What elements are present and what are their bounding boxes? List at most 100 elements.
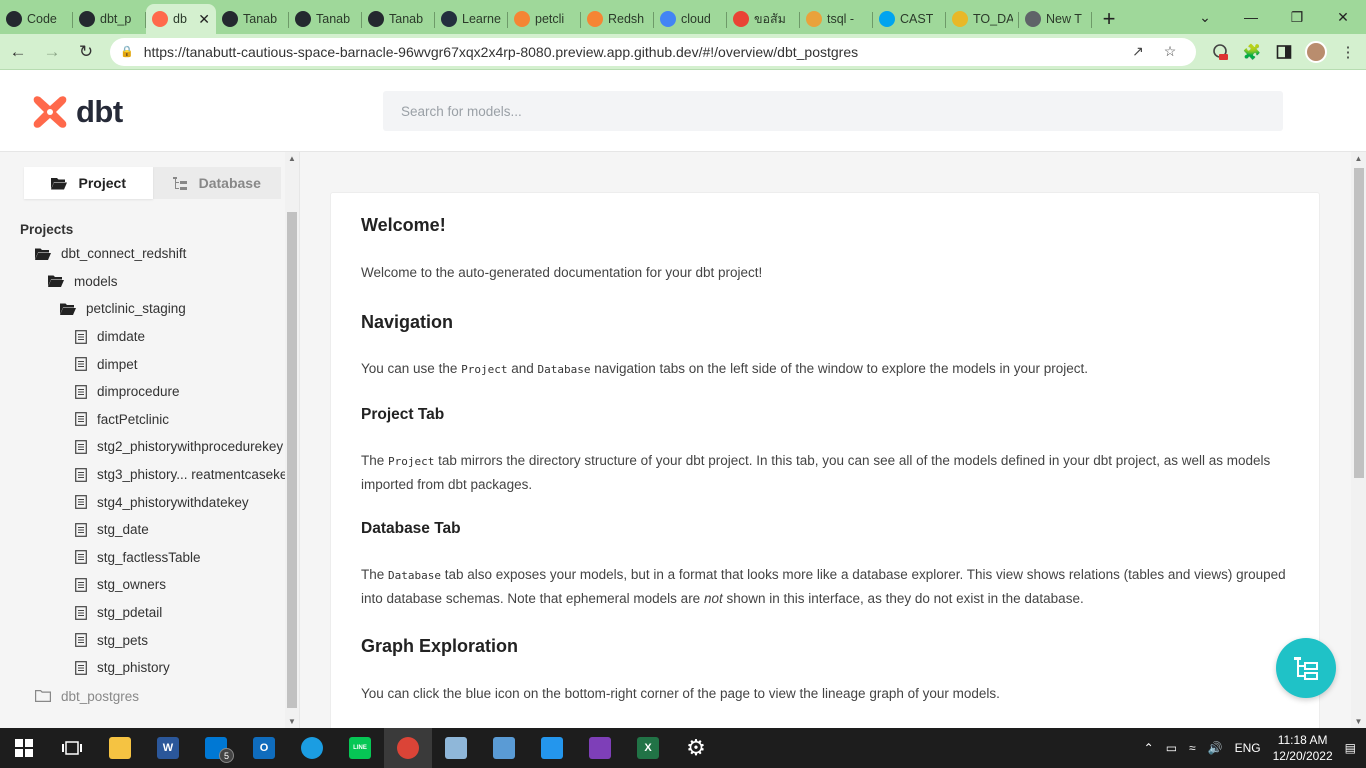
tree-structure-icon (172, 176, 187, 190)
dbt-logo[interactable]: dbt (30, 92, 123, 132)
tree-model-item[interactable]: stg_date (0, 516, 285, 544)
task-view-icon[interactable] (48, 728, 96, 768)
profile-avatar[interactable] (1300, 38, 1332, 66)
close-window-icon[interactable]: ✕ (1320, 9, 1366, 26)
reload-icon[interactable]: ↻ (70, 37, 102, 67)
close-tab-icon[interactable]: ✕ (198, 11, 210, 28)
file-explorer-icon[interactable] (96, 728, 144, 768)
github-desktop-icon[interactable] (576, 728, 624, 768)
mail-icon[interactable]: 5 (192, 728, 240, 768)
browser-tab-title: Tanab (389, 12, 424, 26)
browser-tab[interactable]: cloud (654, 4, 727, 34)
browser-tab[interactable]: Redsh (581, 4, 654, 34)
lock-icon[interactable]: 🔒 (120, 45, 134, 58)
browser-tab[interactable]: ขอสัม (727, 4, 800, 34)
browser-tab[interactable]: petcli (508, 4, 581, 34)
tree-folder-item[interactable]: petclinic_staging (0, 295, 285, 323)
scroll-down-icon[interactable]: ▼ (285, 717, 299, 726)
chrome-menu-icon[interactable]: ⋮ (1332, 38, 1364, 66)
tab-database-label: Database (198, 175, 261, 191)
minimize-icon[interactable]: — (1228, 9, 1274, 25)
line-icon[interactable]: LINE (336, 728, 384, 768)
clock[interactable]: 11:18 AM 12/20/2022 (1273, 732, 1333, 764)
main-scrollbar[interactable]: ▲ ▼ (1351, 152, 1366, 728)
sidebar-scroll-thumb[interactable] (287, 212, 297, 708)
restore-icon[interactable]: ❐ (1274, 9, 1320, 26)
browser-tab[interactable]: dbt_p (73, 4, 146, 34)
tab-database[interactable]: Database (153, 167, 282, 199)
tree-model-item[interactable]: stg_owners (0, 571, 285, 599)
share-icon[interactable]: ↗ (1122, 43, 1154, 60)
address-bar[interactable]: 🔒 https://tanabutt-cautious-space-barnac… (110, 37, 1196, 66)
browser-tab[interactable]: Tanab (362, 4, 435, 34)
browser-tab[interactable]: tsql - (800, 4, 873, 34)
tree-model-item[interactable]: stg_factlessTable (0, 544, 285, 572)
tree-model-item[interactable]: stg_phistory (0, 654, 285, 682)
browser-tab[interactable]: CAST (873, 4, 946, 34)
chrome-icon[interactable] (384, 728, 432, 768)
tree-folder-item[interactable]: models (0, 268, 285, 296)
dbt-icon (152, 11, 168, 27)
tree-folder-item[interactable]: dbt_postgres (0, 683, 285, 711)
battery-icon[interactable]: ▭ (1166, 741, 1177, 755)
browser-tab-title: CAST (900, 12, 934, 26)
tree-model-item[interactable]: dimdate (0, 323, 285, 351)
browser-tab[interactable]: Tanab (289, 4, 362, 34)
file-icon (75, 412, 87, 427)
dbt-logo-mark-icon (33, 96, 67, 128)
scroll-up-icon[interactable]: ▲ (285, 154, 299, 163)
tray-chevron-icon[interactable]: ⌃ (1144, 741, 1154, 755)
docker-icon[interactable] (528, 728, 576, 768)
new-tab-button[interactable]: + (1092, 4, 1126, 34)
tree-folder-item[interactable]: dbt_connect_redshift (0, 240, 285, 268)
side-panel-icon[interactable] (1268, 38, 1300, 66)
dbt-logo-text: dbt (76, 94, 123, 129)
browser-tab[interactable]: Learne (435, 4, 508, 34)
excel-icon[interactable]: X (624, 728, 672, 768)
language-indicator[interactable]: ENG (1235, 741, 1261, 755)
puzzle-extensions-icon[interactable]: 🧩 (1236, 38, 1268, 66)
bookmark-star-icon[interactable]: ☆ (1154, 43, 1186, 60)
browser-tab[interactable]: Tanab (216, 4, 289, 34)
browser-tab[interactable]: Code (0, 4, 73, 34)
tree-model-item[interactable]: factPetclinic (0, 406, 285, 434)
url-text[interactable]: https://tanabutt-cautious-space-barnacle… (144, 44, 1122, 60)
edge-icon[interactable] (288, 728, 336, 768)
wifi-icon[interactable]: ≈ (1189, 741, 1196, 755)
outlook-icon[interactable]: O (240, 728, 288, 768)
notes-icon[interactable] (432, 728, 480, 768)
tree-model-item[interactable]: stg3_phistory... reatmentcasekey (0, 461, 285, 489)
scroll-up-icon[interactable]: ▲ (1351, 154, 1366, 163)
main-scroll-thumb[interactable] (1354, 168, 1364, 478)
browser-tab[interactable]: New T (1019, 4, 1092, 34)
tree-model-item[interactable]: dimpet (0, 350, 285, 378)
back-icon[interactable]: ← (2, 37, 34, 67)
tree-model-item[interactable]: stg4_phistorywithdatekey (0, 488, 285, 516)
extension-icon[interactable] (1204, 38, 1236, 66)
tree-model-item[interactable]: stg_pdetail (0, 599, 285, 627)
word-icon[interactable]: W (144, 728, 192, 768)
sidebar-tabs: Project Database (24, 167, 281, 199)
tab-search-icon[interactable]: ⌄ (1182, 9, 1228, 26)
graph-exploration-heading: Graph Exploration (361, 636, 519, 656)
project-tab-text: The Project tab mirrors the directory st… (361, 453, 1271, 492)
tab-project[interactable]: Project (24, 167, 153, 199)
scroll-down-icon[interactable]: ▼ (1351, 717, 1366, 726)
sidebar-scrollbar[interactable]: ▲ ▼ (285, 152, 299, 728)
tree-model-item[interactable]: dimprocedure (0, 378, 285, 406)
tree-model-item[interactable]: stg2_phistorywithprocedurekey (0, 433, 285, 461)
forward-icon[interactable]: → (36, 37, 68, 67)
clock-time: 11:18 AM (1277, 733, 1328, 747)
browser-tab[interactable]: db ✕ (146, 4, 216, 34)
google-icon (660, 11, 676, 27)
lineage-graph-button[interactable] (1276, 638, 1336, 698)
browser-tab[interactable]: TO_DA (946, 4, 1019, 34)
start-icon[interactable] (0, 728, 48, 768)
paint-icon[interactable] (480, 728, 528, 768)
tree-model-item[interactable]: stg_pets (0, 626, 285, 654)
model-search-input[interactable] (383, 91, 1283, 131)
volume-icon[interactable]: 🔊 (1208, 741, 1223, 755)
tree-item-label: stg4_phistorywithdatekey (97, 494, 249, 510)
notifications-icon[interactable]: ▤ (1345, 741, 1356, 755)
settings-icon[interactable]: ⚙ (672, 728, 720, 768)
